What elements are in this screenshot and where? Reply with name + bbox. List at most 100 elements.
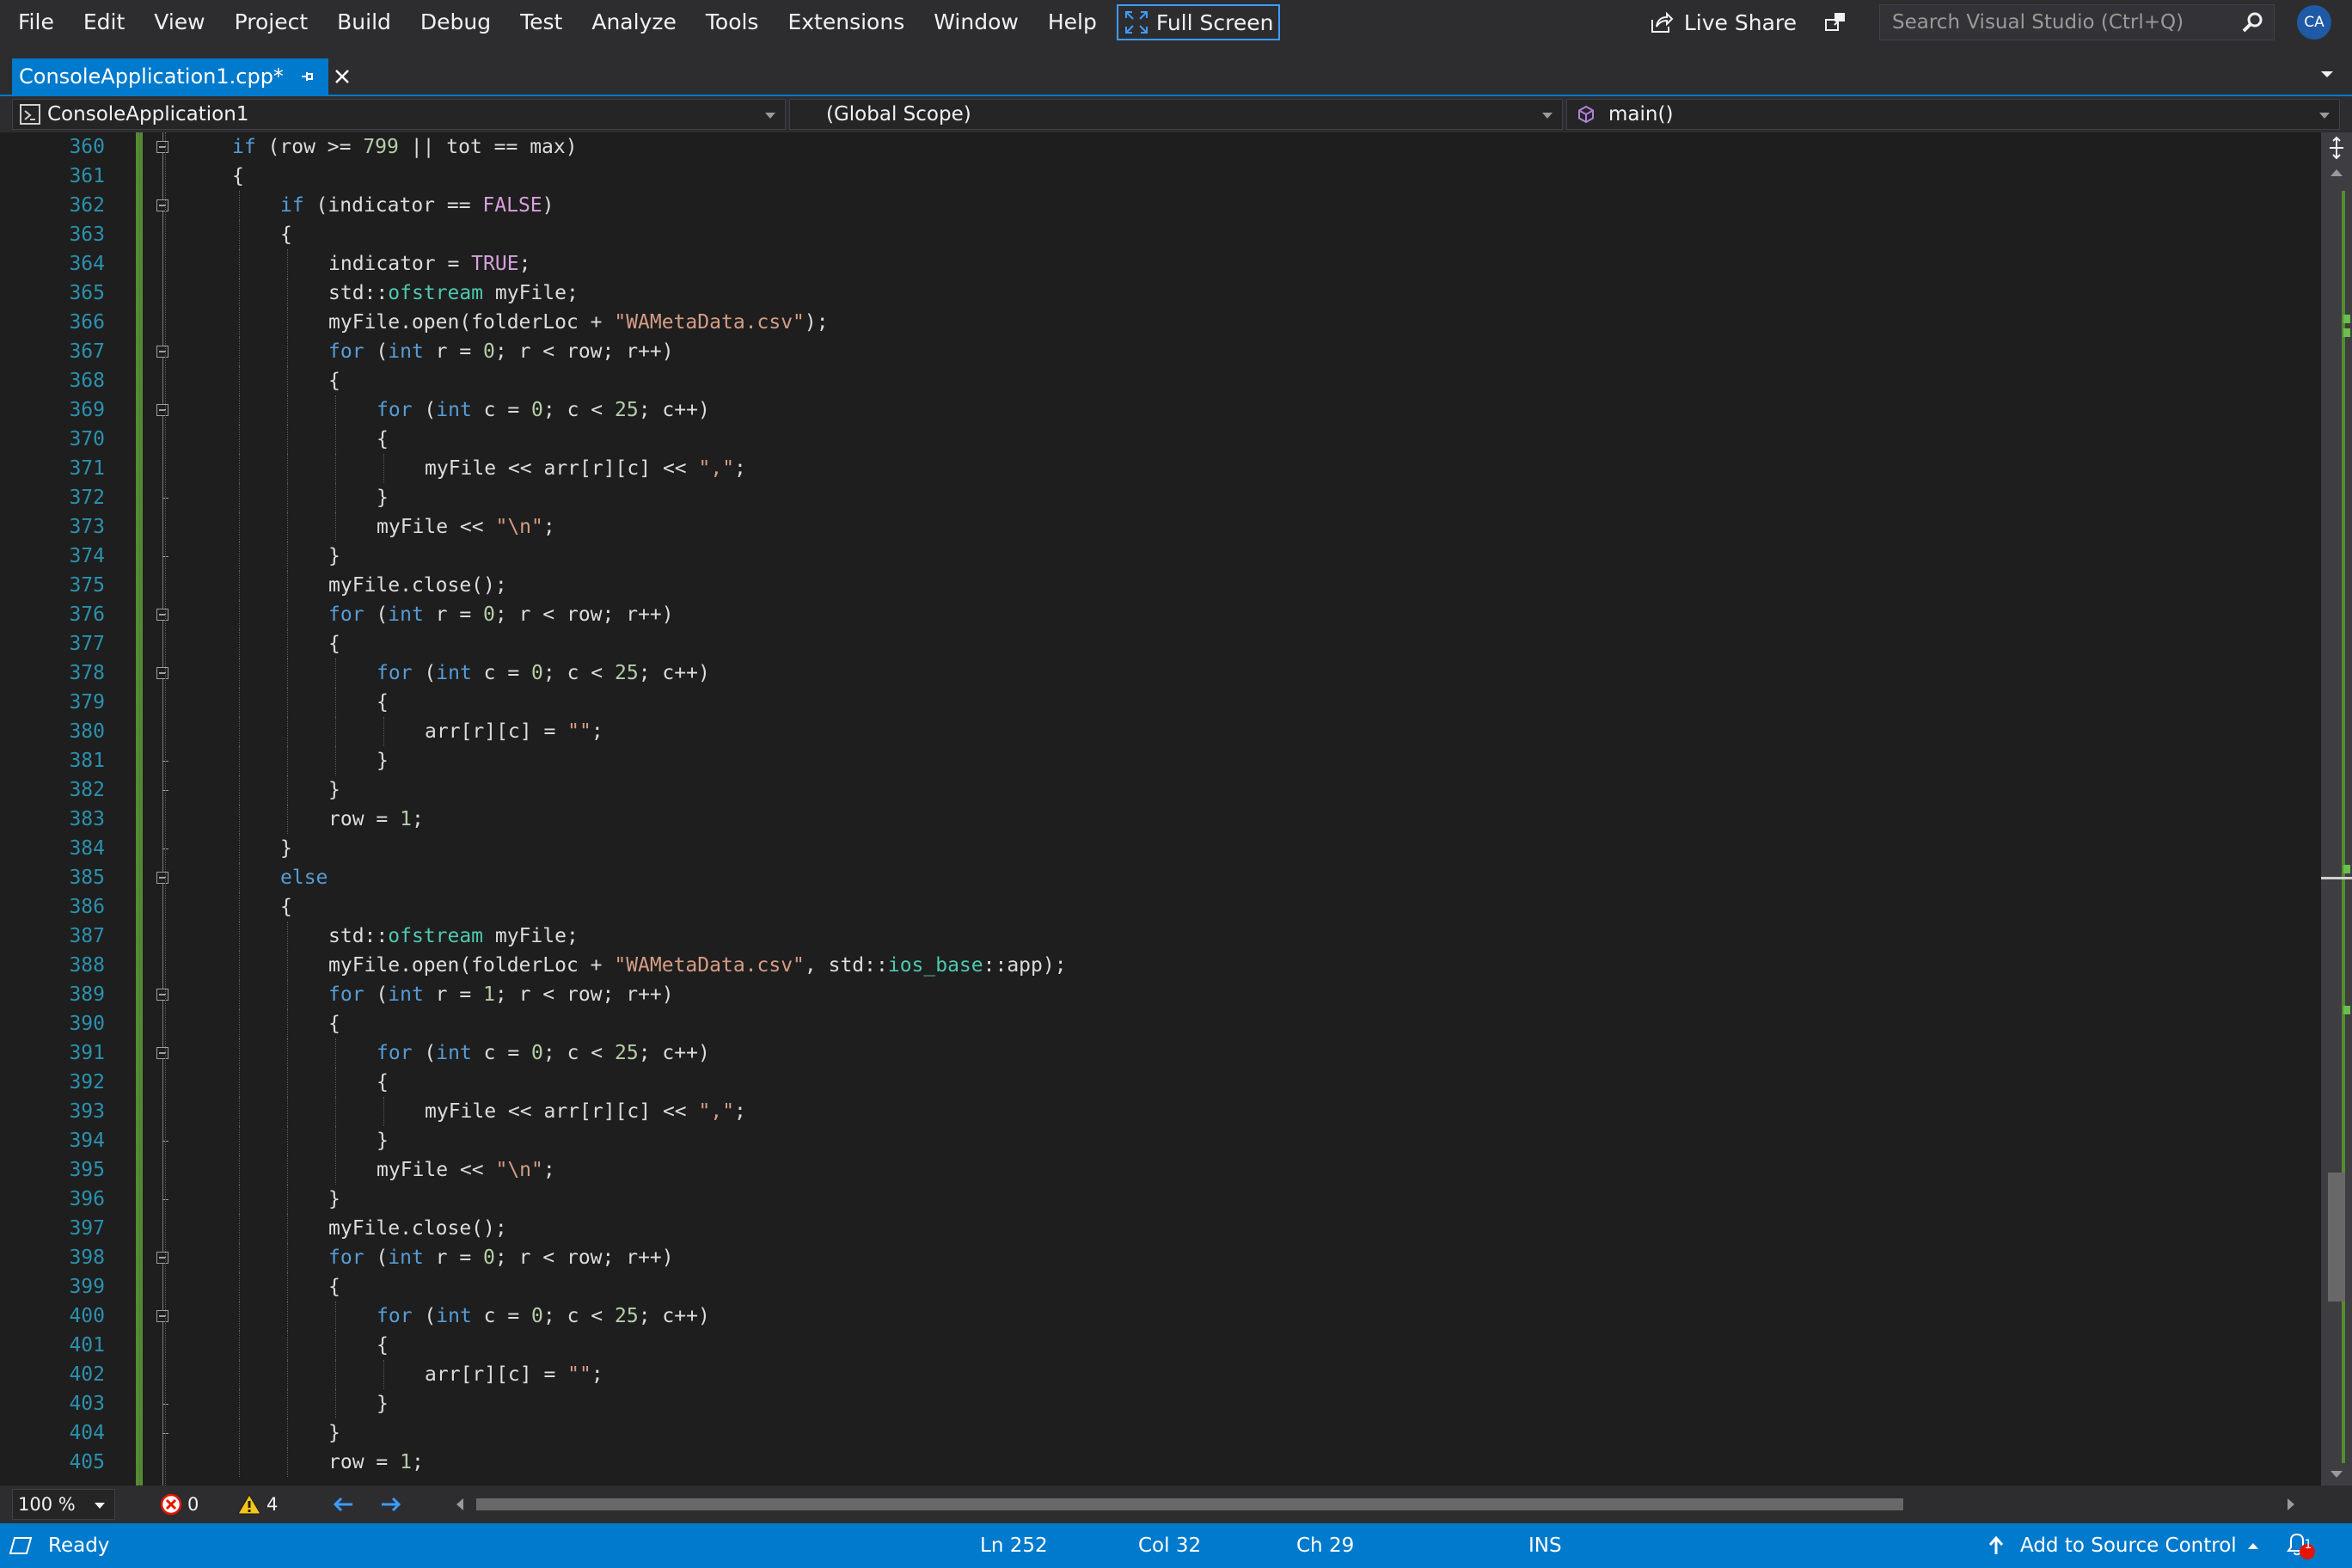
code-line[interactable]: indicator = TRUE; bbox=[328, 249, 530, 279]
code-line[interactable]: myFile << "\n"; bbox=[377, 512, 555, 542]
collapse-toggle[interactable] bbox=[156, 1310, 168, 1322]
code-line[interactable]: arr[r][c] = ""; bbox=[425, 717, 603, 746]
menu-build[interactable]: Build bbox=[322, 0, 406, 45]
code-line[interactable]: { bbox=[280, 892, 292, 922]
live-share-button[interactable]: Live Share bbox=[1648, 9, 1797, 35]
code-line[interactable]: } bbox=[328, 542, 340, 571]
horizontal-scroll-thumb[interactable] bbox=[476, 1498, 1903, 1510]
close-icon[interactable] bbox=[334, 68, 351, 85]
collapse-toggle[interactable] bbox=[156, 404, 168, 416]
code-line[interactable]: myFile.open(folderLoc + "WAMetaData.csv"… bbox=[328, 308, 829, 337]
code-line[interactable]: arr[r][c] = ""; bbox=[425, 1360, 603, 1389]
menu-debug[interactable]: Debug bbox=[406, 0, 505, 45]
code-line[interactable]: myFile.close(); bbox=[328, 1214, 507, 1243]
vertical-scrollbar[interactable] bbox=[2321, 132, 2352, 1485]
chevron-down-icon[interactable] bbox=[2319, 69, 2335, 79]
code-line[interactable]: for (int r = 0; r < row; r++) bbox=[328, 337, 674, 366]
collapse-toggle[interactable] bbox=[156, 1047, 168, 1059]
scroll-down-icon[interactable] bbox=[2330, 1470, 2343, 1479]
code-text-area[interactable]: if (row >= 799 || tot == max){if (indica… bbox=[139, 132, 2297, 1485]
scroll-right-icon[interactable] bbox=[2287, 1498, 2295, 1511]
code-line[interactable]: for (int c = 0; c < 25; c++) bbox=[377, 1302, 710, 1331]
code-line[interactable]: } bbox=[328, 1418, 340, 1448]
project-dropdown[interactable]: ConsoleApplication1 bbox=[12, 99, 786, 130]
collapse-toggle[interactable] bbox=[156, 346, 168, 358]
code-line[interactable]: if (indicator == FALSE) bbox=[280, 191, 554, 220]
code-line[interactable]: { bbox=[328, 1272, 340, 1302]
full-screen-button[interactable]: Full Screen bbox=[1116, 4, 1281, 40]
code-line[interactable]: std::ofstream myFile; bbox=[328, 922, 579, 951]
code-line[interactable]: { bbox=[377, 688, 389, 717]
code-line[interactable]: myFile << "\n"; bbox=[377, 1155, 555, 1185]
split-window-icon[interactable] bbox=[2328, 136, 2345, 160]
search-input[interactable] bbox=[1890, 10, 2220, 34]
document-tab[interactable]: ConsoleApplication1.cpp* bbox=[12, 58, 349, 95]
code-line[interactable]: for (int c = 0; c < 25; c++) bbox=[377, 395, 710, 425]
code-line[interactable]: { bbox=[280, 220, 292, 249]
scroll-left-icon[interactable] bbox=[456, 1498, 464, 1511]
code-line[interactable]: else bbox=[280, 863, 328, 892]
warning-count-button[interactable]: 4 bbox=[237, 1485, 278, 1523]
code-editor[interactable]: 360 361 362 363 364 365 366 367 368 369 370 371 372 3… bbox=[12, 132, 2333, 1485]
menu-tools[interactable]: Tools bbox=[691, 0, 774, 45]
code-line[interactable]: { bbox=[328, 629, 340, 658]
code-line[interactable]: for (int r = 1; r < row; r++) bbox=[328, 980, 674, 1009]
scroll-up-icon[interactable] bbox=[2330, 168, 2343, 177]
code-line[interactable]: } bbox=[280, 834, 292, 863]
code-line[interactable]: } bbox=[328, 775, 340, 805]
code-line[interactable]: } bbox=[328, 1185, 340, 1214]
code-line[interactable]: } bbox=[377, 483, 389, 512]
horizontal-scrollbar[interactable] bbox=[456, 1492, 2295, 1516]
menu-test[interactable]: Test bbox=[505, 0, 577, 45]
code-line[interactable]: for (int r = 0; r < row; r++) bbox=[328, 600, 674, 629]
menu-project[interactable]: Project bbox=[220, 0, 323, 45]
code-line[interactable]: { bbox=[328, 366, 340, 395]
zoom-dropdown[interactable]: 100 % bbox=[12, 1489, 115, 1520]
scope-dropdown[interactable]: (Global Scope) bbox=[789, 99, 1563, 130]
code-line[interactable]: for (int c = 0; c < 25; c++) bbox=[377, 1038, 710, 1068]
code-line[interactable]: { bbox=[328, 1009, 340, 1038]
search-icon[interactable] bbox=[2241, 10, 2265, 34]
collapse-toggle[interactable] bbox=[156, 199, 168, 211]
collapse-toggle[interactable] bbox=[156, 667, 168, 679]
menu-analyze[interactable]: Analyze bbox=[577, 0, 691, 45]
vertical-scroll-thumb[interactable] bbox=[2328, 1173, 2345, 1302]
menu-view[interactable]: View bbox=[139, 0, 219, 45]
error-count-button[interactable]: 0 bbox=[160, 1485, 199, 1523]
code-line[interactable]: std::ofstream myFile; bbox=[328, 279, 579, 308]
menu-extensions[interactable]: Extensions bbox=[773, 0, 919, 45]
code-line[interactable]: row = 1; bbox=[328, 805, 424, 834]
notifications-button[interactable]: 1 bbox=[2283, 1523, 2318, 1568]
collapse-toggle[interactable] bbox=[156, 141, 168, 153]
menu-window[interactable]: Window bbox=[919, 0, 1033, 45]
code-line[interactable]: for (int r = 0; r < row; r++) bbox=[328, 1243, 674, 1272]
code-line[interactable]: { bbox=[377, 1331, 389, 1360]
collapse-toggle[interactable] bbox=[156, 872, 168, 884]
code-line[interactable]: myFile << arr[r][c] << ","; bbox=[425, 454, 746, 483]
member-dropdown[interactable]: main() bbox=[1566, 99, 2340, 130]
collapse-toggle[interactable] bbox=[156, 1252, 168, 1264]
code-line[interactable]: } bbox=[377, 746, 389, 775]
code-line[interactable]: { bbox=[377, 425, 389, 454]
code-line[interactable]: if (row >= 799 || tot == max) bbox=[232, 132, 578, 162]
code-line[interactable]: myFile.open(folderLoc + "WAMetaData.csv"… bbox=[328, 951, 1067, 980]
navigate-back-button[interactable] bbox=[332, 1485, 354, 1523]
menu-help[interactable]: Help bbox=[1033, 0, 1112, 45]
search-box[interactable] bbox=[1879, 4, 2275, 40]
code-line[interactable]: } bbox=[377, 1126, 389, 1155]
code-line[interactable]: { bbox=[232, 162, 244, 191]
collapse-toggle[interactable] bbox=[156, 609, 168, 621]
menu-file[interactable]: File bbox=[3, 0, 69, 45]
avatar[interactable]: CA bbox=[2297, 5, 2331, 40]
add-to-source-control-button[interactable]: Add to Source Control bbox=[1988, 1523, 2259, 1568]
code-line[interactable]: for (int c = 0; c < 25; c++) bbox=[377, 658, 710, 688]
navigate-forward-button[interactable] bbox=[380, 1485, 402, 1523]
menu-edit[interactable]: Edit bbox=[69, 0, 139, 45]
pin-icon[interactable] bbox=[299, 68, 316, 85]
collapse-toggle[interactable] bbox=[156, 989, 168, 1001]
code-line[interactable]: } bbox=[377, 1389, 389, 1418]
feedback-button[interactable] bbox=[1822, 9, 1848, 35]
code-line[interactable]: myFile.close(); bbox=[328, 571, 507, 600]
code-line[interactable]: row = 1; bbox=[328, 1448, 424, 1477]
code-line[interactable]: { bbox=[377, 1068, 389, 1097]
